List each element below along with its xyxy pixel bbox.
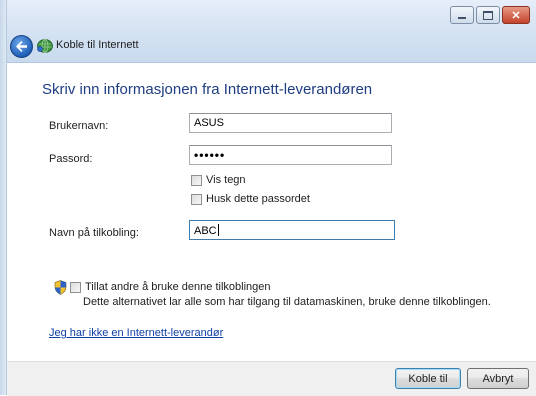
close-button[interactable]: ✕ <box>502 6 530 24</box>
page-heading: Skriv inn informasjonen fra Internett-le… <box>42 81 373 98</box>
maximize-button[interactable] <box>476 6 500 24</box>
uac-shield-icon <box>54 280 67 295</box>
remember-password-checkbox[interactable] <box>191 194 202 205</box>
minimize-button[interactable] <box>450 6 474 24</box>
allow-others-label[interactable]: Tillat andre å bruke denne tilkoblingen <box>85 281 271 293</box>
minimize-icon <box>458 17 466 19</box>
username-input[interactable]: ASUS <box>189 113 392 133</box>
window-controls: ✕ <box>450 6 530 24</box>
show-chars-checkbox[interactable] <box>191 175 202 186</box>
connection-name-input[interactable]: ABC <box>189 220 395 240</box>
password-label: Passord: <box>49 153 93 165</box>
network-icon <box>37 39 53 53</box>
password-input[interactable]: •••••• <box>189 145 392 165</box>
cancel-button[interactable]: Avbryt <box>467 368 529 389</box>
connection-name-label: Navn på tilkobling: <box>49 227 139 239</box>
maximize-icon <box>483 10 493 20</box>
back-button[interactable] <box>10 35 33 58</box>
back-arrow-icon <box>16 41 27 52</box>
title-bar: ✕ Koble til Internett <box>0 0 536 63</box>
username-label: Brukernavn: <box>49 120 109 132</box>
wizard-title: Koble til Internett <box>56 39 139 51</box>
allow-others-checkbox[interactable] <box>70 282 81 293</box>
connection-name-value: ABC <box>194 225 217 237</box>
connect-button[interactable]: Koble til <box>395 368 461 389</box>
no-isp-link[interactable]: Jeg har ikke en Internett-leverandør <box>49 327 223 339</box>
close-icon: ✕ <box>511 9 521 22</box>
dialog-window: ✕ Koble til Internett Skriv inn informas… <box>0 0 536 396</box>
allow-others-description: Dette alternativet lar alle som har tilg… <box>83 296 491 308</box>
remember-password-label[interactable]: Husk dette passordet <box>206 193 310 205</box>
window-left-border <box>0 0 7 395</box>
text-caret <box>217 224 219 236</box>
show-chars-label[interactable]: Vis tegn <box>206 174 246 186</box>
